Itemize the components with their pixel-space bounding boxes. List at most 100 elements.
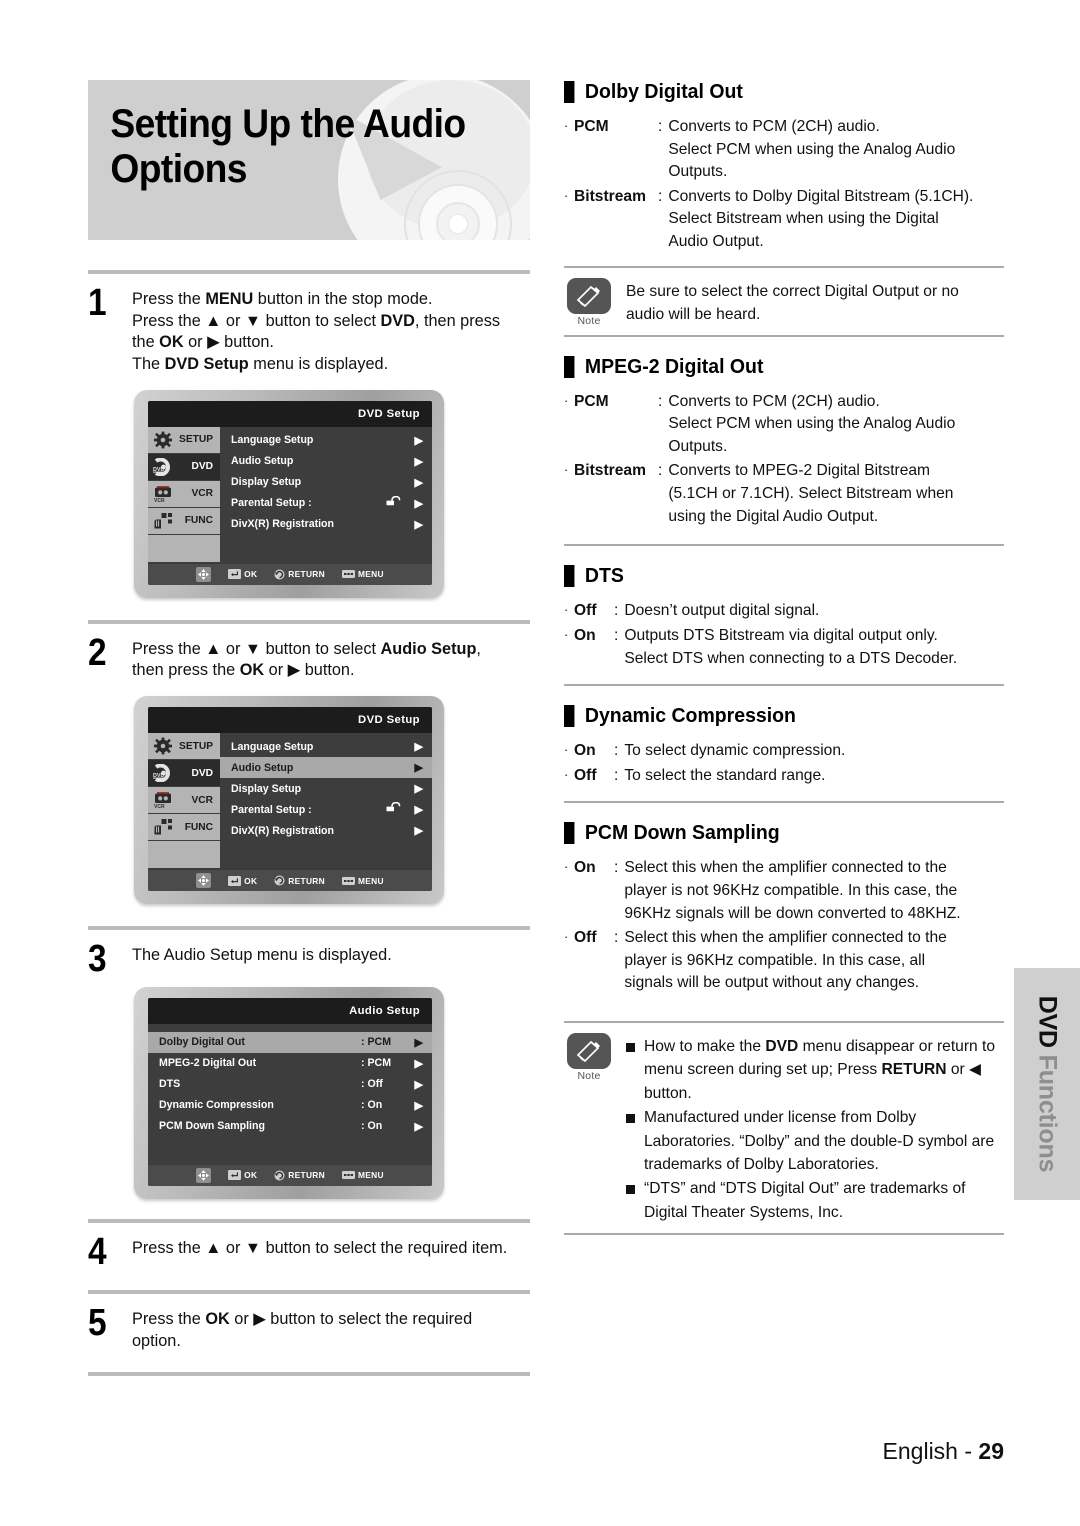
definition-term: On: [574, 742, 596, 760]
definition-term: Bitstream: [574, 187, 646, 205]
hand-icon: [153, 818, 173, 836]
note-block-top: Note Be sure to select the correct Digit…: [564, 268, 1004, 335]
square-bullet-icon: [626, 1114, 635, 1124]
osd-bar-return[interactable]: RETURN: [274, 569, 325, 580]
definition-colon: :: [658, 462, 663, 480]
definition-term: PCM: [574, 392, 609, 410]
osd-button-bar: OK RETURN MENU: [148, 562, 432, 585]
osd-sidebar-spacer: [148, 534, 220, 563]
step-1-text: Press the MENU button in the stop mode. P…: [132, 290, 500, 374]
definition-desc: To select the standard range.: [624, 766, 826, 784]
osd-bar-return[interactable]: RETURN: [274, 1170, 325, 1181]
osd-bar-ok[interactable]: OK: [228, 1170, 257, 1181]
osd-menu-row[interactable]: Parental Setup : ▶: [220, 799, 432, 820]
bullet-dot-icon: ·: [564, 187, 569, 203]
osd-menu-list: Dolby Digital Out : PCM ▶ MPEG-2 Digital…: [148, 1029, 432, 1137]
osd-row-value: : PCM: [361, 1057, 392, 1070]
osd-bar-label: MENU: [358, 1170, 384, 1181]
step-1-number: 1: [88, 282, 107, 324]
definition-desc: Doesn’t output digital signal.: [624, 602, 820, 620]
osd-menu-row[interactable]: DTS : Off ▶: [148, 1074, 432, 1095]
osd-sidebar-item-func[interactable]: FUNC: [148, 507, 220, 535]
osd-sidebar-item-dvd[interactable]: DVD DVD: [148, 760, 220, 788]
osd-row-label: DivX(R) Registration: [231, 518, 335, 531]
osd-menu-row[interactable]: MPEG-2 Digital Out : PCM ▶: [148, 1053, 432, 1074]
osd-sidebar-spacer: [148, 841, 220, 870]
pencil-note-icon: [567, 277, 611, 314]
osd-sidebar-label: DVD: [191, 461, 213, 473]
osd-bar-return[interactable]: RETURN: [274, 875, 325, 886]
osd-row-label: Dynamic Compression: [159, 1099, 274, 1112]
bullet-dot-icon: ·: [564, 626, 569, 642]
osd-menu-row[interactable]: Language Setup ▶: [220, 736, 432, 757]
osd-row-label: Language Setup: [231, 434, 314, 447]
osd-row-label: Parental Setup :: [231, 497, 312, 510]
definition-desc: Converts to Dolby Digital Bitstream (5.1…: [668, 187, 974, 251]
dpad-icon: [196, 1167, 212, 1183]
osd-sidebar-item-vcr[interactable]: VCR VCR: [148, 480, 220, 508]
definition-colon: :: [658, 392, 663, 410]
osd-menu-row[interactable]: Parental Setup : ▶: [220, 493, 432, 514]
return-icon: [274, 569, 285, 580]
osd-sidebar-item-setup[interactable]: SETUP: [148, 426, 220, 454]
osd-menu-row[interactable]: Audio Setup ▶: [220, 451, 432, 472]
definition-item: · On : Outputs DTS Bitstream via digital…: [564, 625, 1004, 670]
svg-text:VCR: VCR: [154, 804, 165, 809]
unlock-icon: [385, 801, 405, 817]
bullet-dot-icon: ·: [564, 462, 569, 478]
osd-bar-menu[interactable]: MENU: [342, 569, 384, 579]
osd-sidebar-label: SETUP: [179, 434, 213, 446]
section-body-dts: · Off : Doesn’t output digital signal. ·…: [564, 600, 1004, 670]
menu-icon: [342, 570, 355, 579]
osd-menu-row[interactable]: Display Setup ▶: [220, 472, 432, 493]
osd-menu-row[interactable]: DivX(R) Registration ▶: [220, 514, 432, 535]
dpad-icon: [196, 873, 212, 889]
gear-icon: [153, 737, 173, 755]
osd-sidebar-item-setup[interactable]: SETUP: [148, 733, 220, 761]
divider: [564, 544, 1004, 547]
osd-menu-row[interactable]: Language Setup ▶: [220, 430, 432, 451]
definition-colon: :: [658, 118, 663, 135]
enter-icon: [228, 569, 242, 580]
definition-term: Off: [574, 602, 597, 620]
definition-term: Off: [574, 929, 597, 947]
osd-bar-ok[interactable]: OK: [228, 569, 257, 580]
osd-bar-menu[interactable]: MENU: [342, 876, 384, 886]
osd-menu-row[interactable]: Dynamic Compression : On ▶: [148, 1095, 432, 1116]
definition-colon: :: [658, 187, 663, 205]
section-heading-dts: DTS: [564, 564, 982, 588]
svg-text:VCR: VCR: [154, 498, 165, 503]
osd-menu-row[interactable]: DivX(R) Registration ▶: [220, 820, 432, 841]
osd-sidebar-item-vcr[interactable]: VCR VCR: [148, 787, 220, 815]
dpad-icon: [196, 566, 212, 582]
section-heading-dolby-digital-out: Dolby Digital Out: [564, 80, 982, 104]
osd-sidebar-label: SETUP: [179, 740, 213, 752]
section-body-mpeg2-digital-out: · PCM : Converts to PCM (2CH) audio. Sele…: [564, 391, 1004, 529]
left-column: Setting Up the Audio Options 1 Press the…: [88, 80, 530, 1377]
osd-menu-row[interactable]: PCM Down Sampling : On ▶: [148, 1116, 432, 1137]
chevron-right-icon: ▶: [414, 1120, 423, 1133]
section-bullet-icon: [564, 822, 575, 845]
definition-item: · Off : To select the standard range.: [564, 765, 1004, 788]
osd-sidebar-item-dvd[interactable]: DVD DVD: [148, 453, 220, 481]
page-header-banner: Setting Up the Audio Options: [88, 80, 530, 240]
osd-menu-row[interactable]: Display Setup ▶: [220, 778, 432, 799]
osd-menu-row-selected[interactable]: Dolby Digital Out : PCM ▶: [148, 1031, 432, 1053]
step-3: 3 The Audio Setup menu is displayed.: [88, 940, 530, 978]
page-title: Setting Up the Audio Options: [110, 102, 466, 191]
divider: [564, 1233, 1004, 1236]
osd-bar-menu[interactable]: MENU: [342, 1170, 384, 1180]
chevron-right-icon: ▶: [414, 497, 423, 510]
enter-icon: [228, 875, 242, 886]
osd-row-label: Audio Setup: [231, 455, 294, 468]
osd-sidebar-item-func[interactable]: FUNC: [148, 814, 220, 842]
osd-bar-ok[interactable]: OK: [228, 875, 257, 886]
osd-menu-row-selected[interactable]: Audio Setup ▶: [220, 757, 432, 779]
definition-item: · PCM : Converts to PCM (2CH) audio. Sele…: [564, 116, 1004, 184]
right-column: Dolby Digital Out · PCM : Converts to PC…: [564, 80, 1004, 1236]
pencil-note-icon: [567, 1033, 611, 1070]
note-text: Be sure to select the correct Digital Ou…: [626, 282, 959, 324]
chevron-right-icon: ▶: [414, 804, 423, 817]
disc-icon: DVD: [153, 457, 173, 477]
definition-term: Off: [574, 766, 597, 784]
